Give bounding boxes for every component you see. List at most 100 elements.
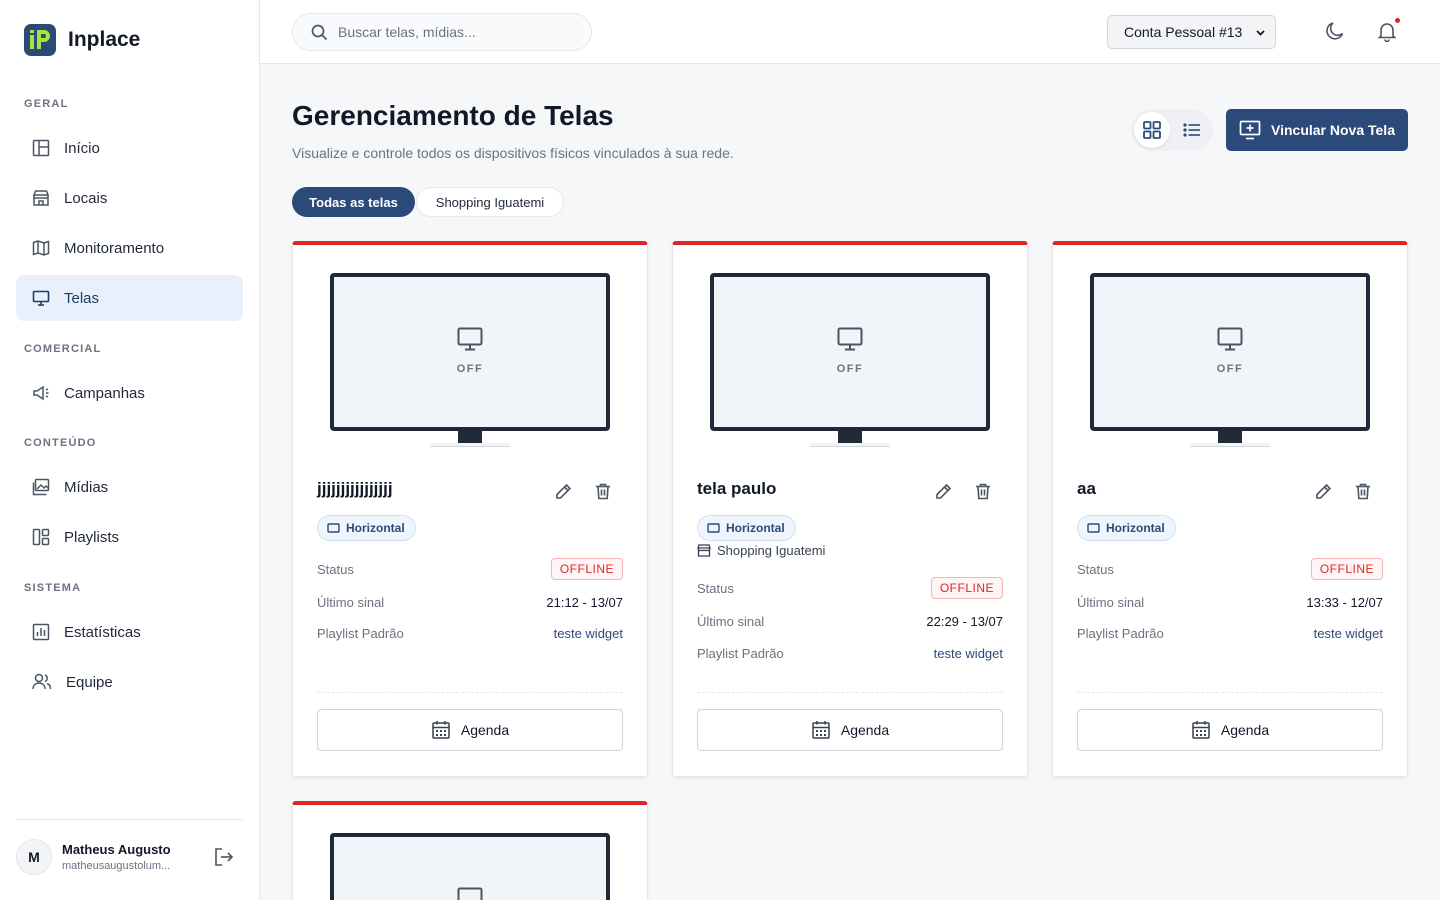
screen-card: OFF jjjjjjjjjjjjjjjj Horizontal Status O… [292, 241, 648, 777]
monitor-stand [458, 431, 482, 443]
status-row: Status OFFLINE [1077, 558, 1383, 580]
screen-preview[interactable]: OFF [710, 273, 990, 431]
sidebar-item-label: Playlists [64, 528, 120, 546]
chevron-down-icon [1256, 30, 1265, 36]
megaphone-icon [33, 385, 49, 401]
screen-name: aa [1077, 479, 1096, 498]
default-playlist-row: Playlist Padrão teste widget [1077, 626, 1383, 641]
playlist-link[interactable]: teste widget [934, 646, 1003, 661]
trash-icon[interactable] [1355, 483, 1371, 500]
nav-section-conteudo: CONTEÚDO [24, 437, 97, 449]
brand[interactable]: Inplace [24, 24, 140, 56]
nav-section-sistema: SISTEMA [24, 582, 82, 594]
nav-section-geral: GERAL [24, 98, 69, 110]
sidebar-item-inicio[interactable]: Início [16, 125, 243, 171]
brand-logo-icon [24, 24, 56, 56]
sidebar-item-midias[interactable]: Mídias [16, 464, 243, 510]
sidebar-item-label: Telas [64, 289, 100, 307]
orientation-badge: Horizontal [317, 515, 416, 541]
monitor-base [810, 443, 890, 447]
orientation-badge: Horizontal [1077, 515, 1176, 541]
sidebar-item-label: Campanhas [64, 384, 145, 402]
agenda-button[interactable]: Agenda [697, 709, 1003, 751]
status-badge: OFFLINE [1310, 558, 1383, 580]
sidebar-item-telas[interactable]: Telas [16, 275, 243, 321]
bell-icon [1377, 23, 1397, 43]
last-signal-row: Último sinal 21:12 - 13/07 [317, 595, 623, 610]
list-view-button[interactable] [1174, 112, 1210, 148]
monitor-icon [1217, 327, 1243, 351]
sidebar-item-label: Mídias [64, 478, 109, 496]
layout-icon [32, 139, 50, 157]
sidebar-item-locais[interactable]: Locais [16, 175, 243, 221]
map-icon [32, 240, 50, 256]
notifications-button[interactable] [1376, 18, 1400, 47]
topbar: Conta Pessoal #13 [260, 0, 1440, 64]
link-new-screen-button[interactable]: Vincular Nova Tela [1226, 109, 1408, 151]
user-name: Matheus Augusto [62, 842, 171, 857]
screen-preview[interactable] [330, 833, 610, 900]
agenda-button[interactable]: Agenda [1077, 709, 1383, 751]
sidebar-item-campanhas[interactable]: Campanhas [16, 370, 243, 416]
filter-all-screens[interactable]: Todas as telas [292, 187, 415, 217]
chart-icon [32, 623, 50, 641]
trash-icon[interactable] [595, 483, 611, 500]
orientation-badge: Horizontal [697, 515, 796, 541]
filter-shopping-iguatemi[interactable]: Shopping Iguatemi [416, 187, 564, 217]
calendar-icon [1192, 721, 1210, 739]
monitor-stand [838, 431, 862, 443]
logout-icon[interactable] [213, 846, 235, 868]
screen-card: OFF aa Horizontal Status OFFLINE Último … [1052, 241, 1408, 777]
screen-preview[interactable]: OFF [330, 273, 610, 431]
landscape-icon [327, 523, 340, 533]
screen-name: jjjjjjjjjjjjjjjj [317, 479, 393, 498]
location-label: Shopping Iguatemi [697, 543, 825, 558]
account-select[interactable]: Conta Pessoal #13 [1107, 15, 1276, 49]
store-icon [697, 544, 711, 557]
user-profile: M Matheus Augusto matheusaugustolum... [16, 838, 243, 876]
view-toggle [1131, 109, 1213, 151]
pencil-icon[interactable] [555, 483, 572, 500]
sidebar-item-playlists[interactable]: Playlists [16, 514, 243, 560]
theme-toggle-button[interactable] [1324, 20, 1346, 47]
card-divider [1077, 692, 1383, 693]
pencil-icon[interactable] [1315, 483, 1332, 500]
store-icon [32, 190, 50, 206]
sidebar-item-label: Estatísticas [64, 623, 141, 641]
search-box[interactable] [292, 13, 592, 51]
card-divider [697, 692, 1003, 693]
sidebar-item-label: Locais [64, 189, 108, 207]
sidebar-item-monitoramento[interactable]: Monitoramento [16, 225, 243, 271]
playlist-link[interactable]: teste widget [554, 626, 623, 641]
playlist-link[interactable]: teste widget [1314, 626, 1383, 641]
status-row: Status OFFLINE [697, 577, 1003, 599]
search-input[interactable] [338, 24, 568, 40]
card-divider [317, 692, 623, 693]
screen-name: tela paulo [697, 479, 777, 498]
sidebar-item-estatisticas[interactable]: Estatísticas [16, 609, 243, 655]
sidebar: Inplace GERAL Início Locais Monitorament… [0, 0, 260, 900]
nav-section-comercial: COMERCIAL [24, 343, 102, 355]
landscape-icon [1087, 523, 1100, 533]
monitor-icon [457, 887, 483, 900]
monitor-icon [32, 290, 50, 306]
last-signal-row: Último sinal 13:33 - 12/07 [1077, 595, 1383, 610]
status-row: Status OFFLINE [317, 558, 623, 580]
screen-card [292, 801, 648, 900]
grid-view-button[interactable] [1134, 112, 1170, 148]
list-icon [1183, 123, 1200, 137]
pencil-icon[interactable] [935, 483, 952, 500]
screen-preview[interactable]: OFF [1090, 273, 1370, 431]
brand-name: Inplace [68, 28, 141, 51]
status-badge: OFFLINE [930, 577, 1003, 599]
trash-icon[interactable] [975, 483, 991, 500]
calendar-icon [432, 721, 450, 739]
notification-dot [1395, 18, 1400, 23]
avatar[interactable]: M [16, 839, 52, 875]
screen-off-label: OFF [1216, 363, 1244, 375]
monitor-icon [457, 327, 483, 351]
page-title: Gerenciamento de Telas [292, 100, 614, 131]
sidebar-item-equipe[interactable]: Equipe [16, 659, 243, 705]
last-signal-row: Último sinal 22:29 - 13/07 [697, 614, 1003, 629]
agenda-button[interactable]: Agenda [317, 709, 623, 751]
